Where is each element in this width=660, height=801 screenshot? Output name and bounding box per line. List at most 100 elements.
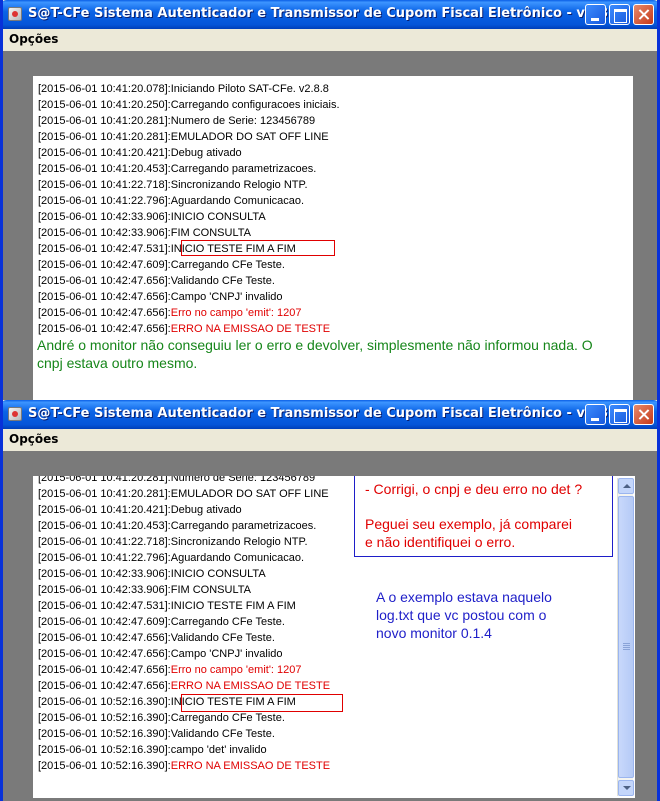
highlight-box (181, 240, 335, 256)
minimize-button[interactable] (585, 4, 606, 25)
log-line: [2015-06-01 10:42:47.656]:Campo 'CNPJ' i… (38, 289, 340, 305)
log-timestamp: [2015-06-01 10:41:22.718]: (38, 179, 171, 191)
maximize-button[interactable] (609, 4, 630, 25)
log-message: Sincronizando Relogio NTP. (170, 179, 308, 191)
log-panel[interactable]: [2015-06-01 10:41:20.078]:Iniciando Pilo… (33, 76, 633, 400)
maximize-button[interactable] (609, 404, 630, 425)
log-timestamp: [2015-06-01 10:41:20.250]: (38, 99, 171, 111)
log-line: [2015-06-01 10:42:47.656]:ERRO NA EMISSA… (38, 321, 340, 337)
note-blue-text: A o exemplo estava naquelo log.txt que v… (376, 589, 552, 641)
log-timestamp: [2015-06-01 10:41:20.453]: (38, 520, 171, 532)
log-timestamp: [2015-06-01 10:41:22.796]: (38, 195, 171, 207)
log-message: Numero de Serie: 123456789 (170, 115, 316, 127)
log-line: [2015-06-01 10:42:47.609]:Carregando CFe… (38, 257, 340, 273)
log-message: Carregando parametrizacoes. (170, 520, 317, 532)
log-message: Validando CFe Teste. (170, 275, 275, 287)
log-timestamp: [2015-06-01 10:42:47.609]: (38, 259, 171, 271)
log-timestamp: [2015-06-01 10:42:33.906]: (38, 568, 171, 580)
close-button[interactable] (633, 404, 654, 425)
highlight-box (181, 694, 343, 712)
menu-options[interactable]: Opções (9, 32, 58, 46)
log-message: INICIO CONSULTA (170, 211, 266, 223)
title-bar[interactable]: S@T-CFe Sistema Autenticador e Transmiss… (3, 0, 657, 29)
log-timestamp: [2015-06-01 10:42:47.656]: (38, 648, 171, 660)
log-message: Carregando CFe Teste. (170, 712, 285, 724)
note-box: - Corrigi, o cnpj e deu erro no det ? Pe… (354, 476, 613, 557)
log-timestamp: [2015-06-01 10:42:47.656]: (38, 307, 171, 319)
window-title: S@T-CFe Sistema Autenticador e Transmiss… (28, 406, 622, 421)
log-message: Carregando CFe Teste. (170, 259, 285, 271)
log-line: [2015-06-01 10:41:20.281]:Numero de Seri… (38, 113, 340, 129)
log-message: Validando CFe Teste. (170, 728, 275, 740)
log-message: INICIO CONSULTA (170, 568, 266, 580)
log-message: FIM CONSULTA (170, 227, 251, 239)
log-line: [2015-06-01 10:41:20.281]:Numero de Seri… (38, 476, 330, 486)
log-message: Aguardando Comunicacao. (170, 195, 305, 207)
log-line: [2015-06-01 10:41:20.281]:EMULADOR DO SA… (38, 129, 340, 145)
log-timestamp: [2015-06-01 10:41:20.281]: (38, 488, 171, 500)
log-timestamp: [2015-06-01 10:41:22.796]: (38, 552, 171, 564)
log-message: campo 'det' invalido (170, 744, 267, 756)
log-message: EMULADOR DO SAT OFF LINE (170, 488, 329, 500)
close-button[interactable] (633, 4, 654, 25)
log-timestamp: [2015-06-01 10:42:33.906]: (38, 227, 171, 239)
app-window-bottom: S@T-CFe Sistema Autenticador e Transmiss… (0, 400, 660, 801)
log-line: [2015-06-01 10:52:16.390]:Carregando CFe… (38, 710, 330, 726)
log-line: [2015-06-01 10:42:33.906]:FIM CONSULTA (38, 225, 340, 241)
menu-options[interactable]: Opções (9, 432, 58, 446)
vertical-scrollbar[interactable] (617, 478, 634, 796)
log-line: [2015-06-01 10:41:20.453]:Carregando par… (38, 518, 330, 534)
log-message: FIM CONSULTA (170, 584, 251, 596)
window-title: S@T-CFe Sistema Autenticador e Transmiss… (28, 6, 622, 21)
log-line: [2015-06-01 10:42:33.906]:FIM CONSULTA (38, 582, 330, 598)
note-question: - Corrigi, o cnpj e deu erro no det ? (365, 481, 583, 497)
log-line: [2015-06-01 10:41:20.250]:Carregando con… (38, 97, 340, 113)
log-lines: [2015-06-01 10:41:20.281]:Numero de Seri… (38, 476, 330, 774)
log-message: Debug ativado (170, 147, 242, 159)
log-timestamp: [2015-06-01 10:41:20.421]: (38, 147, 171, 159)
log-message: Campo 'CNPJ' invalido (170, 648, 283, 660)
java-app-icon[interactable] (8, 7, 22, 21)
log-timestamp: [2015-06-01 10:41:20.281]: (38, 115, 171, 127)
log-timestamp: [2015-06-01 10:42:47.656]: (38, 664, 171, 676)
minimize-button[interactable] (585, 404, 606, 425)
log-message: INICIO TESTE FIM A FIM (170, 600, 296, 612)
menu-bar: Opções (3, 429, 657, 451)
log-line: [2015-06-01 10:42:47.656]:Campo 'CNPJ' i… (38, 646, 330, 662)
log-timestamp: [2015-06-01 10:42:47.656]: (38, 291, 171, 303)
log-timestamp: [2015-06-01 10:52:16.390]: (38, 760, 171, 772)
app-window-top: S@T-CFe Sistema Autenticador e Transmiss… (0, 0, 660, 400)
log-line: [2015-06-01 10:41:22.718]:Sincronizando … (38, 177, 340, 193)
log-line: [2015-06-01 10:42:47.656]:ERRO NA EMISSA… (38, 678, 330, 694)
log-timestamp: [2015-06-01 10:52:16.390]: (38, 744, 171, 756)
log-timestamp: [2015-06-01 10:41:22.718]: (38, 536, 171, 548)
log-message: Debug ativado (170, 504, 242, 516)
log-line: [2015-06-01 10:42:47.656]:Validando CFe … (38, 630, 330, 646)
log-line: [2015-06-01 10:41:22.796]:Aguardando Com… (38, 550, 330, 566)
scroll-up-arrow-icon[interactable] (618, 478, 634, 494)
log-timestamp: [2015-06-01 10:41:20.281]: (38, 131, 171, 143)
log-message: Erro no campo 'emit': 1207 (170, 664, 302, 676)
log-line: [2015-06-01 10:42:33.906]:INICIO CONSULT… (38, 566, 330, 582)
note-reply: Peguei seu exemplo, já comparei e não id… (365, 516, 573, 550)
log-message: Validando CFe Teste. (170, 632, 275, 644)
log-line: [2015-06-01 10:42:33.906]:INICIO CONSULT… (38, 209, 340, 225)
log-line: [2015-06-01 10:41:20.281]:EMULADOR DO SA… (38, 486, 330, 502)
log-timestamp: [2015-06-01 10:52:16.390]: (38, 712, 171, 724)
log-line: [2015-06-01 10:41:22.796]:Aguardando Com… (38, 193, 340, 209)
scroll-down-arrow-icon[interactable] (618, 780, 634, 796)
log-message: EMULADOR DO SAT OFF LINE (170, 131, 329, 143)
log-timestamp: [2015-06-01 10:41:20.421]: (38, 504, 171, 516)
log-message: Carregando parametrizacoes. (170, 163, 317, 175)
log-message: Aguardando Comunicacao. (170, 552, 305, 564)
comment-text: André o monitor não conseguiu ler o erro… (37, 337, 593, 371)
log-timestamp: [2015-06-01 10:42:47.531]: (38, 600, 171, 612)
java-app-icon[interactable] (8, 407, 22, 421)
title-bar[interactable]: S@T-CFe Sistema Autenticador e Transmiss… (3, 400, 657, 429)
log-message: Erro no campo 'emit': 1207 (170, 307, 302, 319)
log-panel[interactable]: [2015-06-01 10:41:20.281]:Numero de Seri… (33, 476, 635, 798)
log-timestamp: [2015-06-01 10:42:47.656]: (38, 275, 171, 287)
scrollbar-thumb[interactable] (618, 496, 634, 778)
log-line: [2015-06-01 10:42:47.609]:Carregando CFe… (38, 614, 330, 630)
log-line: [2015-06-01 10:41:20.453]:Carregando par… (38, 161, 340, 177)
